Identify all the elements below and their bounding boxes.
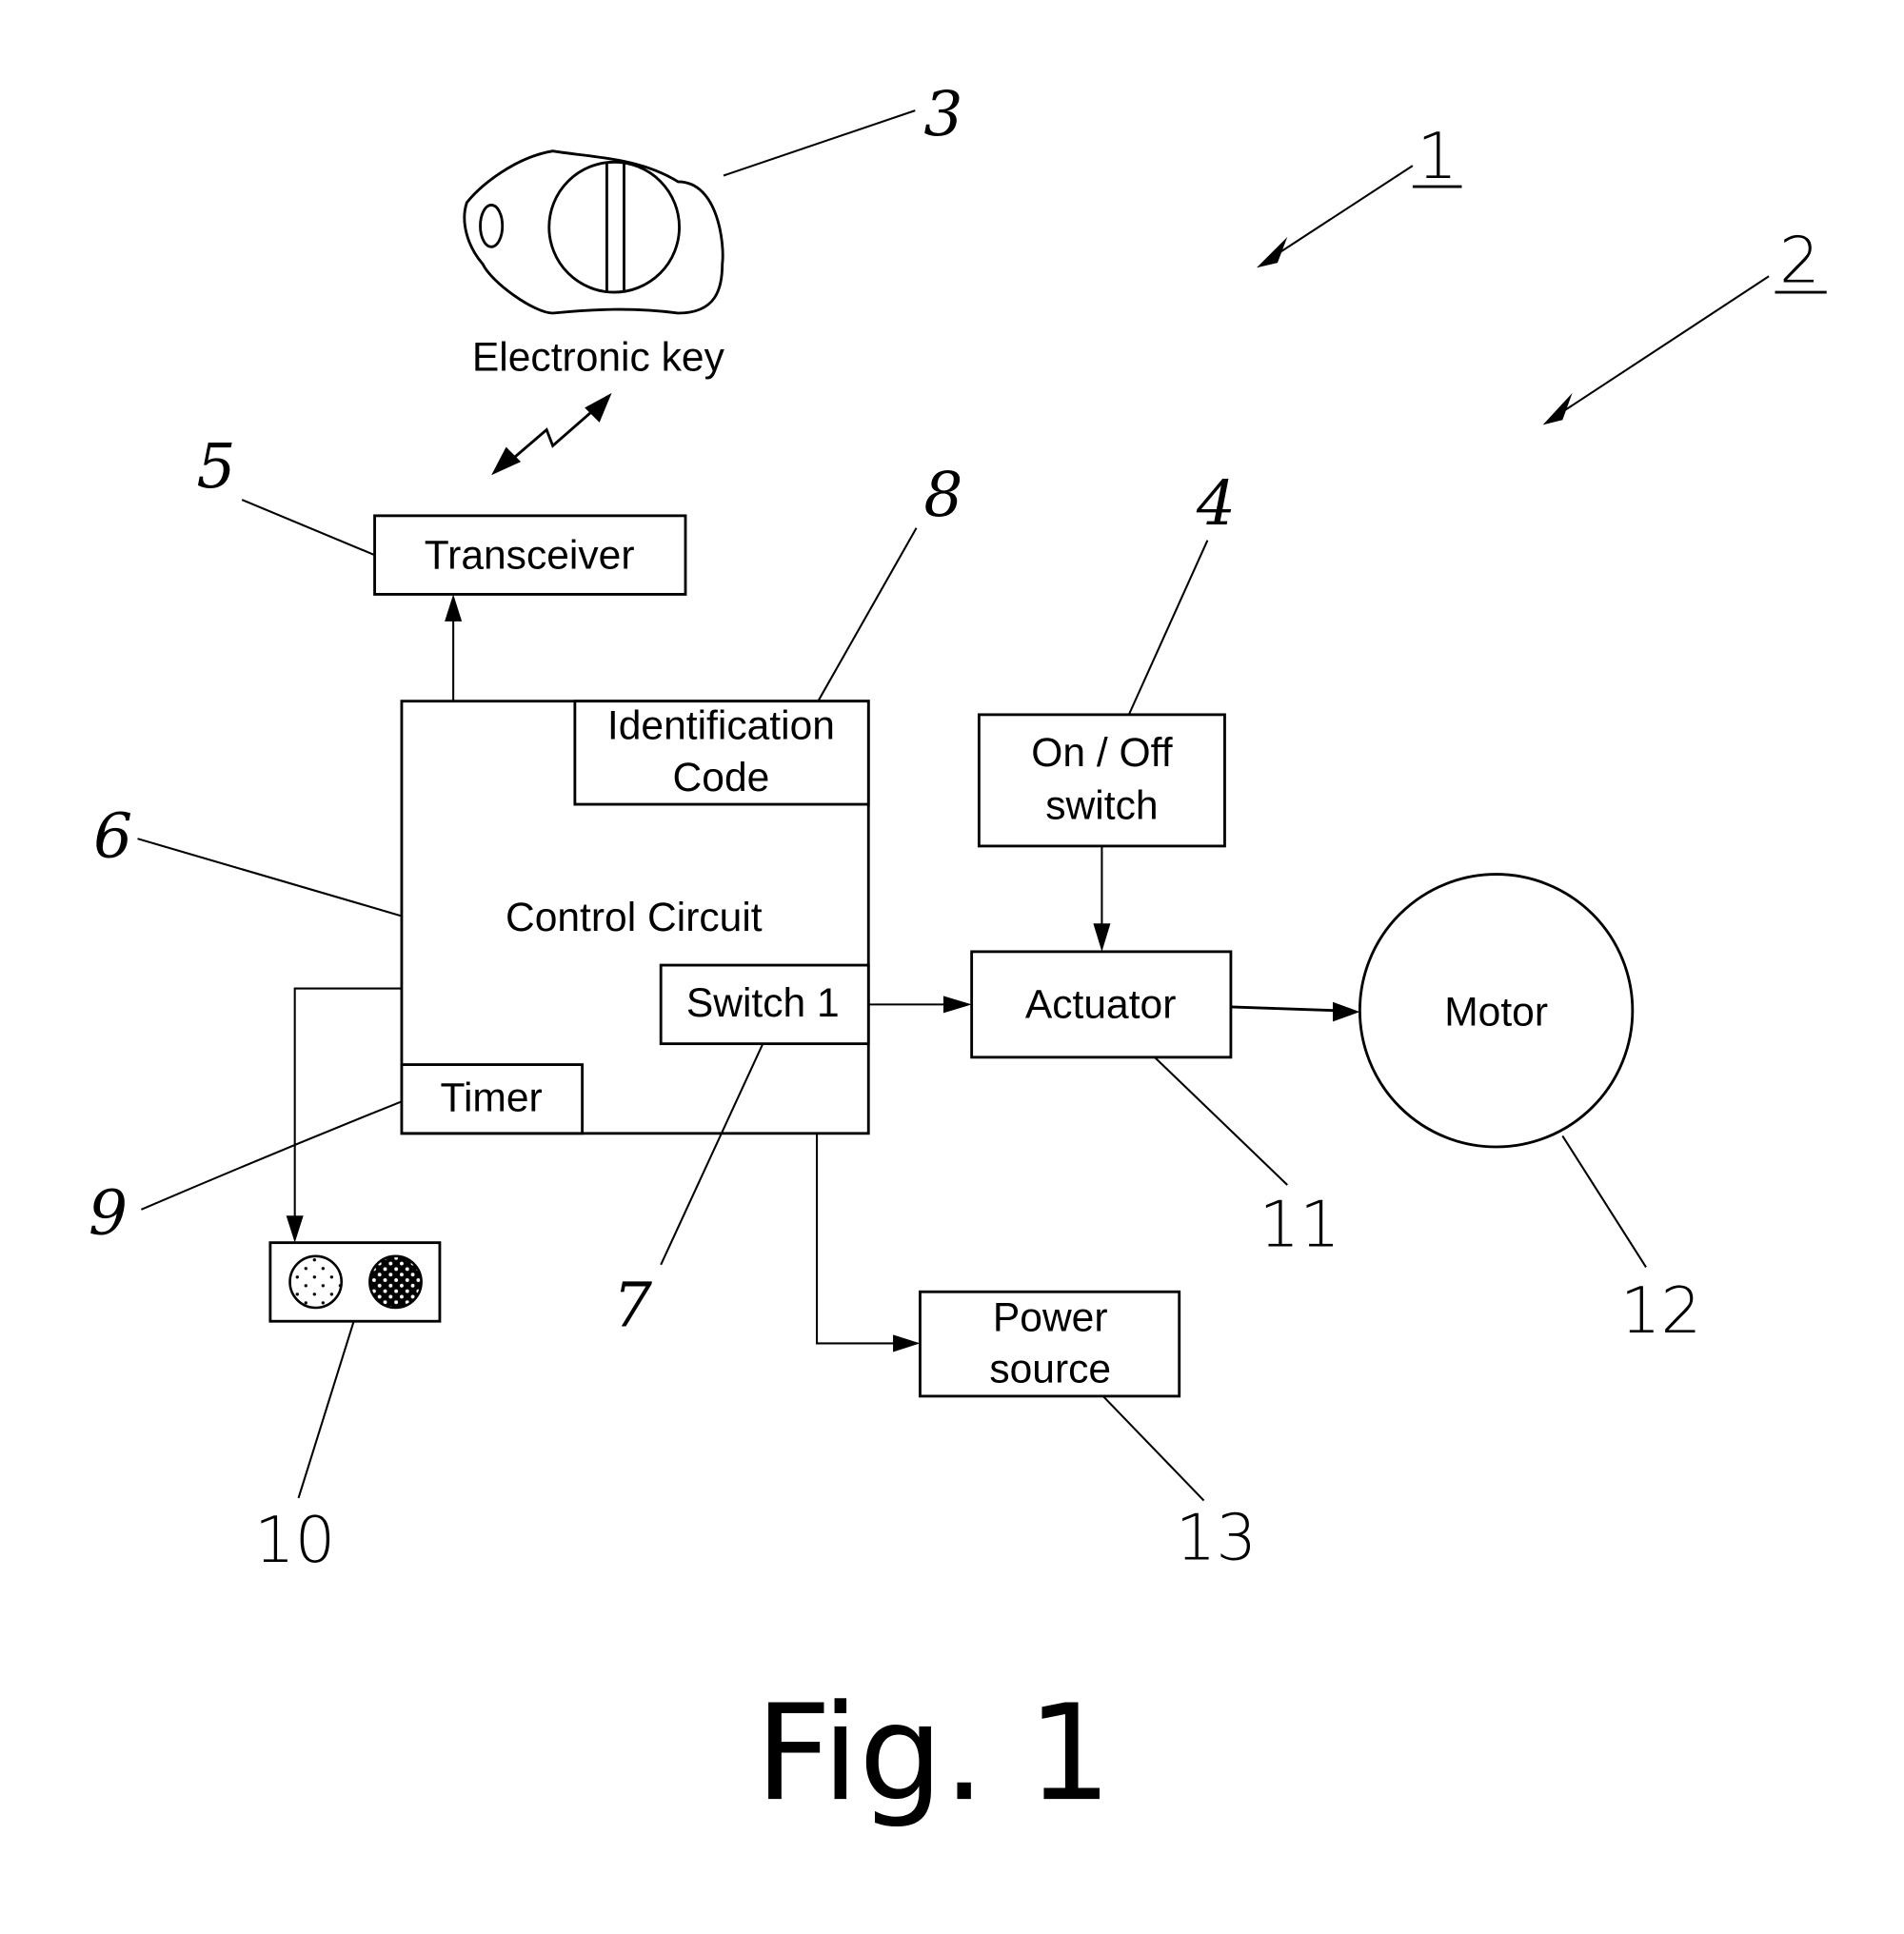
indicator-lamp-dark (368, 1254, 423, 1310)
motor-block: Motor (1358, 873, 1635, 1149)
wireless-link-icon (491, 392, 612, 476)
identification-code-block: Identification Code (573, 700, 870, 806)
figure-caption: Fig. 1 (755, 1676, 1111, 1830)
ref-2: 2 (1779, 224, 1820, 298)
ref-9: 9 (89, 1178, 128, 1250)
power-source-line2: source (989, 1347, 1111, 1392)
electronic-key: Electronic key (463, 149, 725, 381)
ref-6: 6 (93, 801, 132, 873)
actuator-label: Actuator (1025, 982, 1177, 1028)
key-button (547, 160, 681, 294)
ref-12: 12 (1620, 1273, 1701, 1348)
ref-7: 7 (613, 1270, 652, 1341)
power-source-line1: Power (993, 1295, 1108, 1341)
switch1-block: Switch 1 (659, 963, 870, 1046)
on-off-switch-line2: switch (1045, 783, 1158, 829)
ref-1: 1 (1417, 119, 1458, 193)
ref-4: 4 (1196, 468, 1236, 540)
identification-code-line1: Identification (607, 703, 835, 749)
identification-code-line2: Code (673, 755, 770, 800)
timer-block: Timer (400, 1063, 585, 1135)
ref-8: 8 (923, 460, 962, 531)
ref-5: 5 (197, 431, 236, 503)
ref-10: 10 (254, 1503, 335, 1577)
ref-11: 11 (1259, 1188, 1339, 1262)
actuator-block: Actuator (970, 950, 1233, 1059)
switch1-label: Switch 1 (686, 980, 840, 1026)
ref-13: 13 (1176, 1501, 1257, 1575)
ref-1-arrowhead (1257, 237, 1288, 268)
electronic-key-label: Electronic key (472, 335, 725, 381)
motor-label: Motor (1444, 989, 1548, 1035)
control-circuit-label: Control Circuit (506, 895, 763, 940)
ref-3: 3 (923, 79, 962, 150)
transceiver-label: Transceiver (425, 532, 635, 578)
indicator-lamp-light (288, 1254, 343, 1310)
key-ring-hole (479, 204, 505, 248)
on-off-switch-line1: On / Off (1031, 730, 1172, 776)
power-source-block: Power source (919, 1290, 1181, 1398)
on-off-switch-block: On / Off switch (977, 713, 1226, 848)
timer-label: Timer (441, 1076, 543, 1121)
indicator-lamps-icon (268, 1241, 442, 1323)
transceiver-block: Transceiver (373, 514, 687, 596)
patent-figure: Electronic key 3 1 2 Transceiver 5 Contr… (89, 79, 1827, 1830)
